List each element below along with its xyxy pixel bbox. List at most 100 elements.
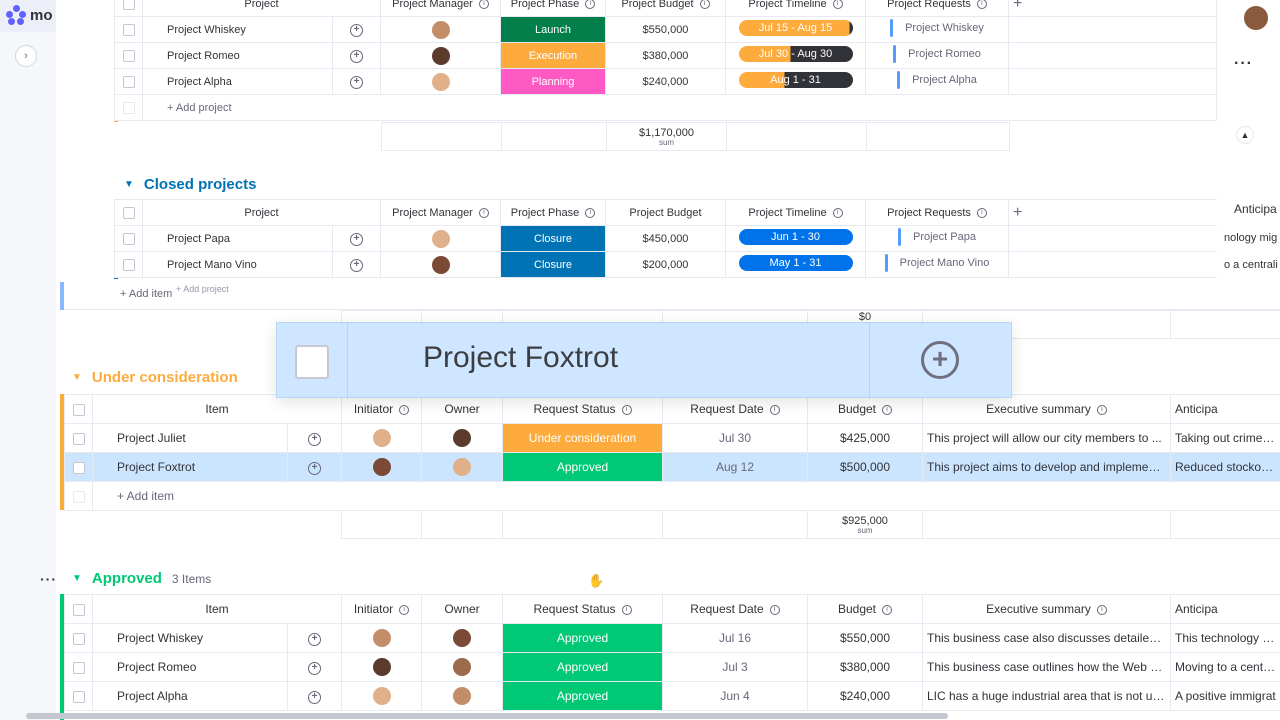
info-icon[interactable]: i [585, 0, 596, 9]
item-name[interactable]: Project Romeo [92, 652, 288, 682]
table-row[interactable]: Project Alpha + Planning $240,000 Aug 1 - 31… [114, 68, 1217, 95]
timeline-pill[interactable]: Aug 1 - 31 [738, 72, 853, 88]
budget-cell[interactable]: $380,000 [807, 652, 923, 682]
group-title-closed[interactable]: ▼ Closed projects [124, 176, 256, 193]
connected-request[interactable]: Project Alpha [897, 71, 977, 89]
anticipated-cell[interactable]: Reduced stockouts: [1170, 452, 1280, 482]
column-header[interactable]: Item [92, 394, 342, 424]
anticipated-cell[interactable]: o a centrali [1224, 259, 1278, 271]
avatar[interactable] [431, 20, 450, 39]
add-update-icon[interactable]: + [350, 49, 363, 63]
item-name[interactable]: Project Romeo [142, 42, 333, 69]
avatar[interactable] [453, 687, 471, 705]
select-all-checkbox[interactable] [122, 206, 135, 219]
select-all-checkbox[interactable] [122, 0, 135, 10]
item-name[interactable]: Project Whiskey [92, 623, 288, 653]
more-dots-icon[interactable]: ··· [1234, 55, 1253, 73]
summary-cell[interactable]: This business case also discusses detail… [922, 623, 1171, 653]
budget-cell[interactable]: $240,000 [807, 681, 923, 711]
add-update-icon[interactable]: + [350, 258, 363, 272]
app-logo[interactable]: mo [6, 5, 53, 25]
row-checkbox[interactable] [122, 23, 135, 36]
connected-request[interactable]: Project Whiskey [890, 19, 984, 37]
summary-cell[interactable]: This business case outlines how the Web … [922, 652, 1171, 682]
add-item-input[interactable]: + Add item [120, 288, 172, 300]
add-update-icon[interactable]: + [308, 662, 321, 675]
table-row[interactable]: Project Foxtrot + Approved Aug 12 $500,000 Th… [64, 452, 1280, 482]
info-icon[interactable]: i [976, 0, 987, 9]
status-cell[interactable]: Closure [500, 251, 606, 278]
info-icon[interactable]: i [478, 207, 489, 218]
info-icon[interactable]: i [478, 0, 489, 9]
timeline-pill[interactable]: May 1 - 31 [738, 255, 853, 271]
column-header[interactable]: Request Date i [662, 594, 808, 624]
item-name[interactable]: Project Foxtrot [92, 452, 288, 482]
info-icon[interactable]: i [769, 604, 780, 615]
column-header[interactable]: Request Status i [502, 394, 663, 424]
status-cell[interactable]: Approved [502, 452, 663, 482]
column-header[interactable]: Project Timeline i [725, 0, 866, 17]
status-cell[interactable]: Planning [500, 68, 606, 95]
more-dots-icon[interactable]: ··· [40, 571, 57, 587]
select-all-checkbox[interactable] [72, 603, 85, 616]
chevron-right-icon[interactable]: › [15, 45, 37, 67]
table-row[interactable]: Project Alpha + Approved Jun 4 $240,000 LIC h… [64, 681, 1280, 711]
table-row[interactable]: Project Whiskey + Launch $550,000 Jul 15 - A… [114, 16, 1217, 43]
budget-cell[interactable]: $550,000 [605, 16, 726, 43]
add-update-icon[interactable]: + [308, 433, 321, 446]
avatar[interactable] [431, 229, 450, 248]
column-header[interactable]: Project Requests i [865, 199, 1009, 226]
horizontal-scrollbar[interactable] [26, 713, 948, 719]
column-header[interactable]: Project [142, 199, 381, 226]
avatar[interactable] [372, 687, 391, 705]
anticipated-cell[interactable]: This technology mig [1170, 623, 1280, 653]
status-cell[interactable]: Launch [500, 16, 606, 43]
budget-cell[interactable]: $500,000 [807, 452, 923, 482]
column-header[interactable]: Anticipa [1170, 394, 1280, 424]
avatar[interactable] [372, 658, 391, 676]
date-cell[interactable]: Jul 16 [662, 623, 808, 653]
column-header[interactable]: Initiator i [341, 594, 422, 624]
info-icon[interactable]: i [585, 207, 596, 218]
add-item-input[interactable]: + Add item [92, 481, 1280, 511]
connected-request[interactable]: Project Papa [898, 228, 976, 246]
column-header[interactable]: Project [142, 0, 381, 17]
table-row[interactable]: Project Romeo + Execution $380,000 Jul 30 - … [114, 42, 1217, 69]
avatar[interactable] [453, 429, 471, 447]
budget-cell[interactable]: $550,000 [807, 623, 923, 653]
column-header[interactable]: Executive summary i [922, 394, 1171, 424]
summary-cell[interactable]: This project will allow our city members… [922, 423, 1171, 453]
avatar[interactable] [453, 658, 471, 676]
column-header[interactable]: Owner [421, 594, 503, 624]
anticipated-cell[interactable]: A positive immigrat [1170, 681, 1280, 711]
info-icon[interactable]: i [399, 604, 410, 615]
column-header[interactable]: Project Manager i [380, 0, 501, 17]
timeline-pill[interactable]: Jul 30 - Aug 30 [738, 46, 853, 62]
status-cell[interactable]: Approved [502, 652, 663, 682]
summary-cell[interactable]: This project aims to develop and impleme… [922, 452, 1171, 482]
avatar[interactable] [372, 429, 391, 447]
status-cell[interactable]: Execution [500, 42, 606, 69]
add-update-icon[interactable]: + [308, 633, 321, 646]
group-title-approved[interactable]: ▼ Approved 3 Items [72, 570, 211, 587]
row-checkbox[interactable] [72, 632, 85, 645]
add-update-icon[interactable]: + [308, 462, 321, 475]
item-name[interactable]: Project Juliet [92, 423, 288, 453]
info-icon[interactable]: i [769, 404, 780, 415]
info-icon[interactable]: i [882, 604, 893, 615]
status-cell[interactable]: Closure [500, 225, 606, 252]
column-header[interactable]: Project Phase i [500, 199, 606, 226]
anticipated-cell[interactable]: Moving to a centrali [1170, 652, 1280, 682]
item-name[interactable]: Project Alpha [92, 681, 288, 711]
column-header[interactable]: Project Budget [605, 199, 726, 226]
date-cell[interactable]: Jul 30 [662, 423, 808, 453]
item-name[interactable]: Project Papa [142, 225, 333, 252]
info-icon[interactable]: i [621, 404, 632, 415]
connected-request[interactable]: Project Mano Vino [885, 254, 990, 272]
info-icon[interactable]: i [1096, 404, 1107, 415]
column-header[interactable]: Project Requests i [865, 0, 1009, 17]
column-header[interactable]: Item [92, 594, 342, 624]
column-header[interactable]: Anticipa [1234, 202, 1277, 216]
anticipated-cell[interactable]: Taking out crime, op [1170, 423, 1280, 453]
table-row[interactable]: Project Papa + Closure $450,000 Jun 1 - 30 Pr… [114, 225, 1217, 252]
